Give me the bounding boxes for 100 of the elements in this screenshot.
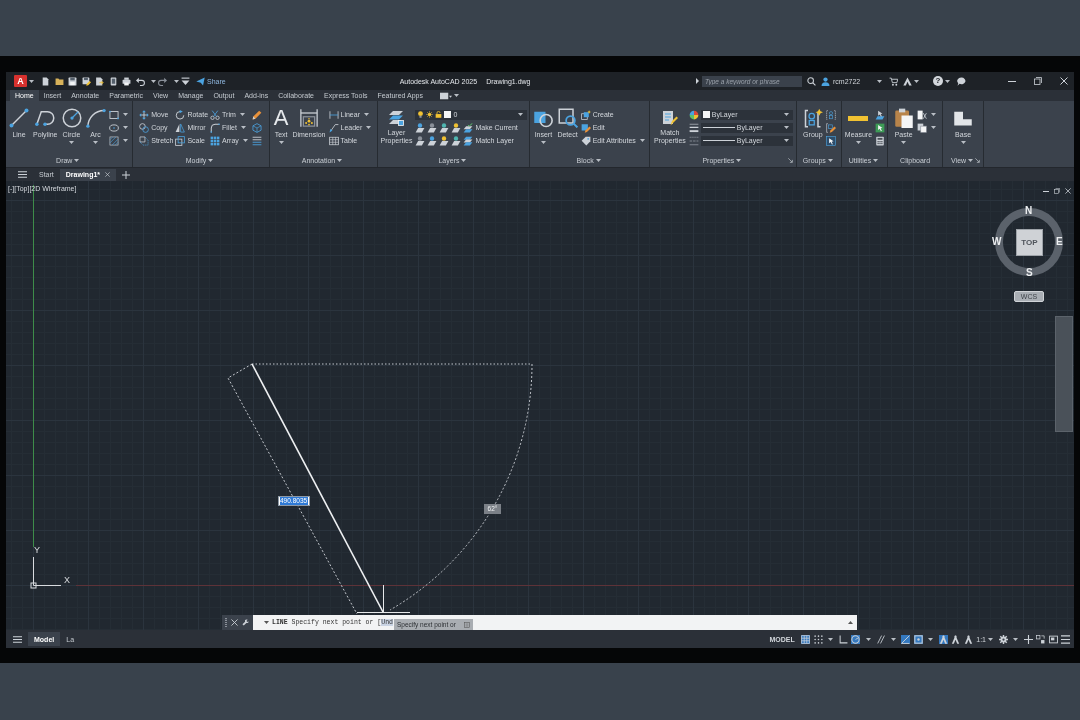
caret-icon[interactable] <box>29 79 34 83</box>
menu-icon[interactable] <box>18 171 27 178</box>
bar-caret-icon[interactable] <box>180 76 190 86</box>
caret-icon[interactable] <box>865 637 871 641</box>
layer-sheet-icon[interactable] <box>415 135 426 146</box>
color-wheel-icon[interactable] <box>688 109 699 120</box>
figure-icon[interactable] <box>938 634 948 644</box>
layer-sheet-icon[interactable] <box>439 135 450 146</box>
minimize-icon[interactable] <box>1008 80 1016 82</box>
application-menu-button[interactable]: A <box>14 75 27 87</box>
document-arrow-icon[interactable] <box>95 76 104 86</box>
restore-icon[interactable] <box>1034 77 1042 85</box>
up-caret-icon[interactable] <box>848 621 853 624</box>
caret-icon[interactable] <box>828 637 834 641</box>
window-icon[interactable] <box>1048 634 1058 644</box>
redo-arrow-icon[interactable] <box>158 76 167 86</box>
caret-icon[interactable] <box>928 637 934 641</box>
caret-icon[interactable] <box>914 79 919 83</box>
chat-bubble-icon[interactable] <box>957 76 966 86</box>
undo-arrow-icon[interactable] <box>135 76 145 86</box>
layer-sheet-icon[interactable] <box>451 135 462 146</box>
tool-button[interactable] <box>108 122 130 133</box>
west-label[interactable]: W <box>992 237 1002 247</box>
menu-icon[interactable] <box>13 635 22 643</box>
minimize-icon[interactable] <box>1043 190 1049 192</box>
tool-button[interactable] <box>108 109 130 120</box>
restore-icon[interactable] <box>1054 188 1060 194</box>
rounded-corner-icon <box>210 122 221 133</box>
right-angle-icon[interactable] <box>838 634 848 644</box>
wrench-icon[interactable] <box>242 619 249 626</box>
tool-button[interactable] <box>875 135 886 146</box>
plus-icon[interactable] <box>1023 634 1033 644</box>
layer-sheet-icon[interactable] <box>427 122 438 133</box>
tool-button[interactable] <box>251 109 262 120</box>
user-icon[interactable] <box>821 76 830 86</box>
printer-icon[interactable] <box>122 76 131 86</box>
tool-button[interactable] <box>825 135 836 146</box>
tool-button[interactable] <box>251 135 262 146</box>
polar-circle-icon[interactable] <box>851 634 861 644</box>
close-icon[interactable] <box>105 172 111 177</box>
caret-icon[interactable] <box>1013 637 1018 641</box>
south-label[interactable]: S <box>1026 268 1033 278</box>
line-weights-icon[interactable] <box>688 122 699 133</box>
tool-button[interactable] <box>875 122 886 133</box>
floppy-pen-icon[interactable] <box>81 76 91 86</box>
layer-sheet-icon[interactable] <box>439 122 450 133</box>
figure-icon[interactable] <box>951 634 961 644</box>
triangle-logo-icon[interactable] <box>903 76 912 86</box>
east-label[interactable]: E <box>1056 237 1063 247</box>
y-axis-label: Y <box>34 546 40 555</box>
squares-icon[interactable] <box>1036 634 1045 644</box>
caret-icon[interactable] <box>264 621 269 624</box>
menu-icon[interactable] <box>1061 634 1070 644</box>
caret-icon[interactable] <box>151 79 156 83</box>
sun-icon <box>426 111 434 118</box>
magnifier-square-icon <box>557 108 578 128</box>
cursor-selection-icon <box>825 135 836 146</box>
diagonal-arrow-icon[interactable] <box>787 157 793 163</box>
layer-sheet-icon[interactable] <box>427 135 438 146</box>
close-icon[interactable] <box>1065 188 1071 194</box>
diagonal-arrow-icon[interactable] <box>975 157 981 163</box>
layer-sheet-icon[interactable] <box>451 122 462 133</box>
expand-arrow-icon[interactable] <box>696 78 699 84</box>
folder-icon[interactable] <box>54 76 64 86</box>
caret-icon[interactable] <box>877 79 882 83</box>
tablet-icon[interactable] <box>108 76 118 86</box>
caret-icon[interactable] <box>173 79 179 83</box>
search-icon[interactable] <box>807 76 816 86</box>
snap-square-icon[interactable] <box>913 634 923 644</box>
figure-icon[interactable] <box>963 634 973 644</box>
tool-button[interactable] <box>916 122 938 133</box>
help-button[interactable]: ? <box>933 76 943 86</box>
ruler-bar-icon <box>848 116 869 121</box>
gear-icon[interactable] <box>998 634 1008 644</box>
grid-icon[interactable] <box>801 634 811 644</box>
caret-icon[interactable] <box>890 637 896 641</box>
layer-sheet-icon[interactable] <box>415 122 426 133</box>
document-icon[interactable] <box>41 76 50 86</box>
parallel-lines-icon <box>251 135 262 146</box>
close-icon[interactable] <box>231 619 238 626</box>
close-icon[interactable] <box>1060 77 1068 85</box>
north-label[interactable]: N <box>1025 206 1033 216</box>
block-sparkle-icon <box>580 109 591 120</box>
tool-button[interactable] <box>916 109 938 120</box>
cursor-layer-icon <box>875 109 886 120</box>
pencil-icon <box>251 109 262 120</box>
grip-handle-icon[interactable] <box>225 618 227 627</box>
slanted-lines-icon[interactable] <box>876 634 886 644</box>
cart-icon[interactable] <box>889 76 898 86</box>
plus-icon[interactable] <box>122 170 131 179</box>
padlock-icon <box>435 111 443 118</box>
tool-button[interactable] <box>825 122 836 133</box>
caret-icon[interactable] <box>453 94 459 97</box>
viewcube-face[interactable]: TOP <box>1016 229 1043 256</box>
tool-button[interactable] <box>875 109 886 120</box>
rectangle-caret-icon[interactable] <box>439 91 452 100</box>
mirror-triangles-icon <box>175 122 186 133</box>
dot-grid-icon[interactable] <box>813 634 823 644</box>
angle-lines-icon[interactable] <box>901 634 911 644</box>
caret-icon[interactable] <box>945 79 950 83</box>
